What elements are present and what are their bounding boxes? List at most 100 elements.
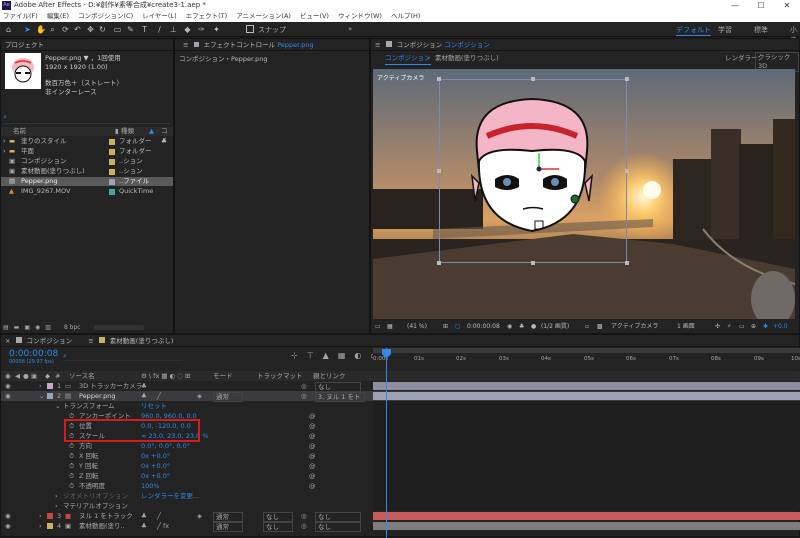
collapse-arrow-icon[interactable]: ⌄ <box>39 391 44 401</box>
stopwatch-icon[interactable]: ⏱ <box>69 471 74 481</box>
brush-tool-icon[interactable]: / <box>155 25 164 34</box>
hand-tool-icon[interactable]: ✋ <box>36 25 46 34</box>
bbox-handle[interactable] <box>437 261 441 265</box>
change-renderer-link[interactable]: レンダラーを変更... <box>141 491 199 501</box>
preview-icon[interactable]: ▭ <box>375 320 381 333</box>
bbox-handle[interactable] <box>437 169 441 173</box>
layer-row-selected[interactable]: ◉ ⌄ 2 ▤ Pepper.png ♣ ╱ ◈ 通常 ◎ 3. ヌル 1 をト <box>1 391 800 402</box>
expression-icon[interactable]: @ <box>309 431 316 441</box>
label-swatch[interactable] <box>109 179 115 185</box>
project-item[interactable]: ▣ コンポジション ..ション <box>1 157 173 166</box>
menu-effect[interactable]: エフェクト(T) <box>186 11 228 22</box>
composition-viewer[interactable]: アクティブカメラ <box>373 69 795 319</box>
parent-select[interactable]: なし <box>315 522 361 532</box>
exposure-icon[interactable]: ✱ <box>763 320 768 333</box>
eye-icon[interactable]: ◉ <box>5 391 11 401</box>
mask-icon[interactable]: ▢ <box>455 320 461 333</box>
project-scrollbar[interactable] <box>93 324 144 330</box>
time-ruler[interactable]: 0:00s 01s 02s 03s 04s 05s 06s 07s 08s 09… <box>373 348 800 370</box>
expression-icon[interactable]: @ <box>309 421 316 431</box>
flowchart-icon[interactable]: ⊕ <box>751 320 756 333</box>
menu-edit[interactable]: 編集(E) <box>47 11 69 22</box>
expression-icon[interactable]: @ <box>309 451 316 461</box>
bbox-handle[interactable] <box>437 77 441 81</box>
quality-switch-icon[interactable]: ╱ <box>157 511 161 521</box>
layer-name[interactable]: 素材動画(塗り.. <box>79 521 125 531</box>
audio-icon[interactable]: ◀ <box>15 371 20 381</box>
timeline-timecode[interactable]: 0:00:00:08 <box>9 349 58 359</box>
menu-window[interactable]: ウィンドウ(W) <box>338 11 382 22</box>
project-item[interactable]: › ▬ 平面 フォルダー <box>1 147 173 156</box>
menu-composition[interactable]: コンポジション(C) <box>78 11 133 22</box>
label-swatch[interactable] <box>109 149 115 155</box>
project-item-selected[interactable]: ▤ Pepper.png ..ファイル <box>1 177 173 186</box>
comp-timecode[interactable]: 0:00:00:08 <box>467 320 500 333</box>
roto-brush-icon[interactable]: ✑ <box>197 25 206 34</box>
label-swatch[interactable] <box>109 169 115 175</box>
move-icon[interactable]: ✥ <box>86 25 95 34</box>
property-value[interactable]: 100% <box>141 481 160 491</box>
project-item[interactable]: ▣ 素材動画(塗りつぶし) ..ション <box>1 167 173 176</box>
col-name[interactable]: 名前 <box>13 127 26 136</box>
keyframe-area[interactable] <box>373 401 800 511</box>
bit-depth[interactable]: 8 bpc <box>64 324 81 331</box>
stopwatch-icon[interactable]: ⏱ <box>69 481 74 491</box>
expression-icon[interactable]: @ <box>309 411 316 421</box>
label-swatch[interactable] <box>47 513 53 519</box>
interpret-footage-icon[interactable]: ▤ <box>3 324 9 331</box>
shy-icon[interactable]: ▲ <box>323 351 329 360</box>
layer-name[interactable]: 3D トラッカーカメラ <box>79 381 142 391</box>
playhead-line[interactable] <box>386 348 387 538</box>
expression-icon[interactable]: @ <box>309 461 316 471</box>
orbit-camera-icon[interactable]: ⟳ <box>61 25 70 34</box>
bbox-handle[interactable] <box>531 77 535 81</box>
menu-animation[interactable]: アニメーション(A) <box>236 11 291 22</box>
switches-header-icon[interactable]: ⚙ \ fx ▦ ◐ ◌ ⊞ <box>141 371 190 381</box>
camera-select[interactable]: アクティブカメラ <box>611 320 658 333</box>
shy-switch-icon[interactable]: ♣ <box>141 391 147 401</box>
channel-icon[interactable]: ● <box>531 320 536 333</box>
3d-switch-icon[interactable]: ◈ <box>197 511 202 521</box>
grid-icon[interactable]: ▦ <box>387 320 393 333</box>
bbox-handle[interactable] <box>625 261 629 265</box>
timeline-tab-footage[interactable]: 素材動画(塗りつぶし) <box>110 337 174 345</box>
label-header-icon[interactable]: ◆ <box>45 371 50 381</box>
misc-icon[interactable]: ✣ <box>715 320 720 333</box>
transparency-icon[interactable]: ▩ <box>597 320 603 333</box>
mode-header[interactable]: モード <box>213 371 233 381</box>
puppet-pin-icon[interactable]: ✦ <box>212 25 221 34</box>
hash-icon[interactable]: # <box>55 371 60 381</box>
eye-icon[interactable]: ◉ <box>5 521 11 531</box>
selection-tool-icon[interactable]: ➤ <box>23 25 32 34</box>
type-tool-icon[interactable]: T <box>140 25 149 34</box>
views-select[interactable]: 1 画面 <box>677 320 695 333</box>
zoom-level[interactable]: (41 %) <box>407 320 427 333</box>
stopwatch-icon[interactable]: ⏱ <box>69 451 74 461</box>
eye-icon[interactable]: ◉ <box>5 381 11 391</box>
parent-pickwhip-icon[interactable]: ◎ <box>301 521 307 531</box>
menu-layer[interactable]: レイヤー(L) <box>142 11 177 22</box>
layer-duration-bar[interactable] <box>373 512 800 520</box>
workspace-learn[interactable]: 学習 <box>718 25 732 35</box>
property-value[interactable]: 0.0°, 0.0°, 0.0° <box>141 441 190 451</box>
project-item[interactable]: › ▬ 塗りのスタイル フォルダー ♣ <box>1 137 173 146</box>
lock-header-icon[interactable]: ▣ <box>31 371 37 381</box>
frame-blend-icon[interactable]: ▦ <box>338 351 346 360</box>
track-matte-select[interactable]: なし <box>263 522 293 532</box>
menu-view[interactable]: ビュー(V) <box>300 11 329 22</box>
sort-up-icon[interactable]: ▲ <box>149 127 154 136</box>
workspace-default[interactable]: デフォルト <box>676 25 711 36</box>
label-swatch[interactable] <box>109 139 115 145</box>
shy-switch-icon[interactable]: ♣ <box>141 521 147 531</box>
expand-arrow-icon[interactable]: › <box>3 137 6 146</box>
layer-row[interactable]: ◉ › 1 ▭ 3D トラッカーカメラ ♣ ◎ なし <box>1 381 800 392</box>
menu-file[interactable]: ファイル(F) <box>3 11 38 22</box>
expand-arrow-icon[interactable]: › <box>3 147 6 156</box>
eraser-tool-icon[interactable]: ◆ <box>183 25 192 34</box>
shy-switch-icon[interactable]: ♣ <box>141 381 147 391</box>
property-value[interactable]: 0x +0.0° <box>141 471 170 481</box>
stopwatch-icon[interactable]: ⏱ <box>69 441 74 451</box>
property-value[interactable]: 0x +0.0° <box>141 451 170 461</box>
expand-arrow-icon[interactable]: › <box>39 381 42 391</box>
bbox-handle[interactable] <box>531 261 535 265</box>
